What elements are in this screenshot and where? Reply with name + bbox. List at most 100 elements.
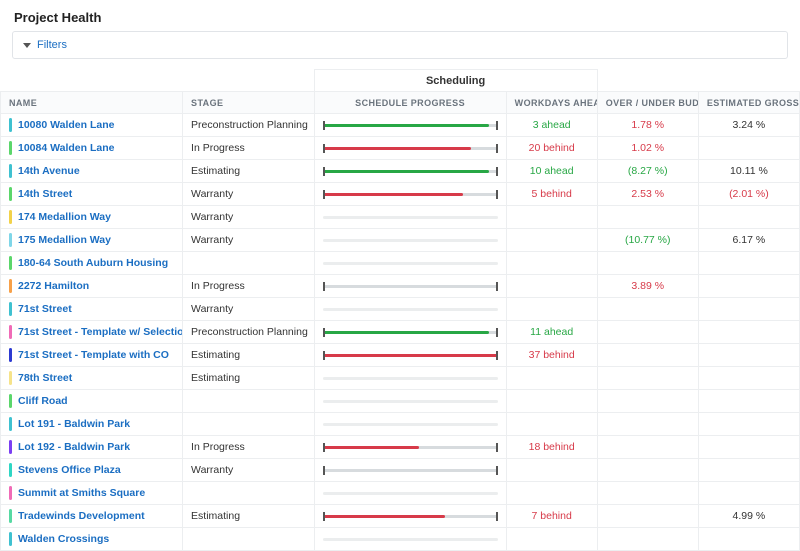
schedule-progress-cell: [314, 298, 506, 321]
budget-cell: [597, 436, 698, 459]
profit-cell: [698, 528, 799, 551]
profit-cell: [698, 206, 799, 229]
profit-cell: [698, 321, 799, 344]
workdays-cell: 10 ahead: [506, 160, 597, 183]
stage-cell: [183, 413, 314, 436]
table-row: Walden Crossings: [1, 528, 800, 551]
project-link[interactable]: Cliff Road: [18, 395, 68, 407]
project-link[interactable]: 175 Medallion Way: [18, 234, 111, 246]
project-color-tick: [9, 532, 12, 546]
stage-cell: Warranty: [183, 183, 314, 206]
table-row: 71st Street - Template w/ SelectionsPrec…: [1, 321, 800, 344]
stage-cell: Preconstruction Planning: [183, 114, 314, 137]
schedule-progress-cell: [314, 459, 506, 482]
profit-cell: 3.24 %: [698, 114, 799, 137]
table-row: 71st StreetWarranty: [1, 298, 800, 321]
table-row: 174 Medallion WayWarranty: [1, 206, 800, 229]
column-header-schedule-progress[interactable]: SCHEDULE PROGRESS: [314, 92, 506, 114]
workdays-cell: [506, 413, 597, 436]
profit-cell: [698, 298, 799, 321]
project-link[interactable]: Summit at Smiths Square: [18, 487, 145, 499]
project-link[interactable]: 10080 Walden Lane: [18, 119, 114, 131]
column-header-workdays[interactable]: WORKDAYS AHEAD / BEHIND: [506, 92, 597, 114]
project-link[interactable]: 180-64 South Auburn Housing: [18, 257, 168, 269]
project-color-tick: [9, 210, 12, 224]
project-color-tick: [9, 371, 12, 385]
profit-cell: [698, 275, 799, 298]
workdays-cell: 5 behind: [506, 183, 597, 206]
stage-cell: Estimating: [183, 344, 314, 367]
project-link[interactable]: Stevens Office Plaza: [18, 464, 121, 476]
filters-toggle[interactable]: Filters: [12, 31, 788, 59]
profit-cell: [698, 459, 799, 482]
stage-cell: Estimating: [183, 367, 314, 390]
stage-cell: [183, 482, 314, 505]
column-group-scheduling: Scheduling: [314, 70, 597, 92]
table-row: 14th StreetWarranty5 behind2.53 %(2.01 %…: [1, 183, 800, 206]
filters-label: Filters: [37, 39, 67, 51]
project-link[interactable]: Walden Crossings: [18, 533, 109, 545]
stage-cell: [183, 528, 314, 551]
project-link[interactable]: 78th Street: [18, 372, 72, 384]
project-color-tick: [9, 279, 12, 293]
project-color-tick: [9, 509, 12, 523]
schedule-progress-cell: [314, 183, 506, 206]
chevron-down-icon: [23, 43, 31, 48]
project-link[interactable]: 10084 Walden Lane: [18, 142, 114, 154]
budget-cell: [597, 367, 698, 390]
workdays-cell: [506, 528, 597, 551]
workdays-cell: [506, 482, 597, 505]
project-link[interactable]: Lot 192 - Baldwin Park: [18, 441, 130, 453]
stage-cell: Estimating: [183, 505, 314, 528]
project-link[interactable]: 174 Medallion Way: [18, 211, 111, 223]
project-link[interactable]: Tradewinds Development: [18, 510, 145, 522]
project-link[interactable]: 71st Street: [18, 303, 72, 315]
budget-cell: [597, 252, 698, 275]
project-color-tick: [9, 233, 12, 247]
table-row: 10080 Walden Lane Preconstruction Plannin…: [1, 114, 800, 137]
budget-cell: [597, 206, 698, 229]
workdays-cell: 37 behind: [506, 344, 597, 367]
stage-cell: In Progress: [183, 137, 314, 160]
budget-cell: 1.78 %: [597, 114, 698, 137]
project-color-tick: [9, 118, 12, 132]
workdays-cell: [506, 252, 597, 275]
workdays-cell: 20 behind: [506, 137, 597, 160]
budget-cell: [597, 344, 698, 367]
stage-cell: Warranty: [183, 459, 314, 482]
project-link[interactable]: 71st Street - Template w/ Selections: [18, 326, 183, 338]
workdays-cell: [506, 229, 597, 252]
budget-cell: 2.53 %: [597, 183, 698, 206]
project-color-tick: [9, 417, 12, 431]
column-header-name[interactable]: NAME: [1, 92, 183, 114]
workdays-cell: 3 ahead: [506, 114, 597, 137]
schedule-progress-cell: [314, 528, 506, 551]
project-color-tick: [9, 302, 12, 316]
column-header-budget[interactable]: OVER / UNDER BUDGET: [597, 92, 698, 114]
project-color-tick: [9, 394, 12, 408]
budget-cell: [597, 298, 698, 321]
project-link[interactable]: Lot 191 - Baldwin Park: [18, 418, 130, 430]
budget-cell: 3.89 %: [597, 275, 698, 298]
budget-cell: [597, 321, 698, 344]
column-header-profit[interactable]: ESTIMATED GROSS PROFIT: [698, 92, 799, 114]
column-header-stage[interactable]: STAGE: [183, 92, 314, 114]
schedule-progress-cell: [314, 252, 506, 275]
workdays-cell: [506, 298, 597, 321]
profit-cell: [698, 137, 799, 160]
budget-cell: (10.77 %): [597, 229, 698, 252]
profit-cell: [698, 344, 799, 367]
profit-cell: [698, 390, 799, 413]
project-link[interactable]: 2272 Hamilton: [18, 280, 89, 292]
project-link[interactable]: 71st Street - Template with CO: [18, 349, 169, 361]
table-row: 14th AvenueEstimating10 ahead(8.27 %)10.…: [1, 160, 800, 183]
workdays-cell: [506, 367, 597, 390]
project-color-tick: [9, 463, 12, 477]
project-link[interactable]: 14th Avenue: [18, 165, 80, 177]
budget-cell: 1.02 %: [597, 137, 698, 160]
schedule-progress-cell: [314, 114, 506, 137]
schedule-progress-cell: [314, 344, 506, 367]
project-color-tick: [9, 348, 12, 362]
project-link[interactable]: 14th Street: [18, 188, 72, 200]
project-color-tick: [9, 486, 12, 500]
